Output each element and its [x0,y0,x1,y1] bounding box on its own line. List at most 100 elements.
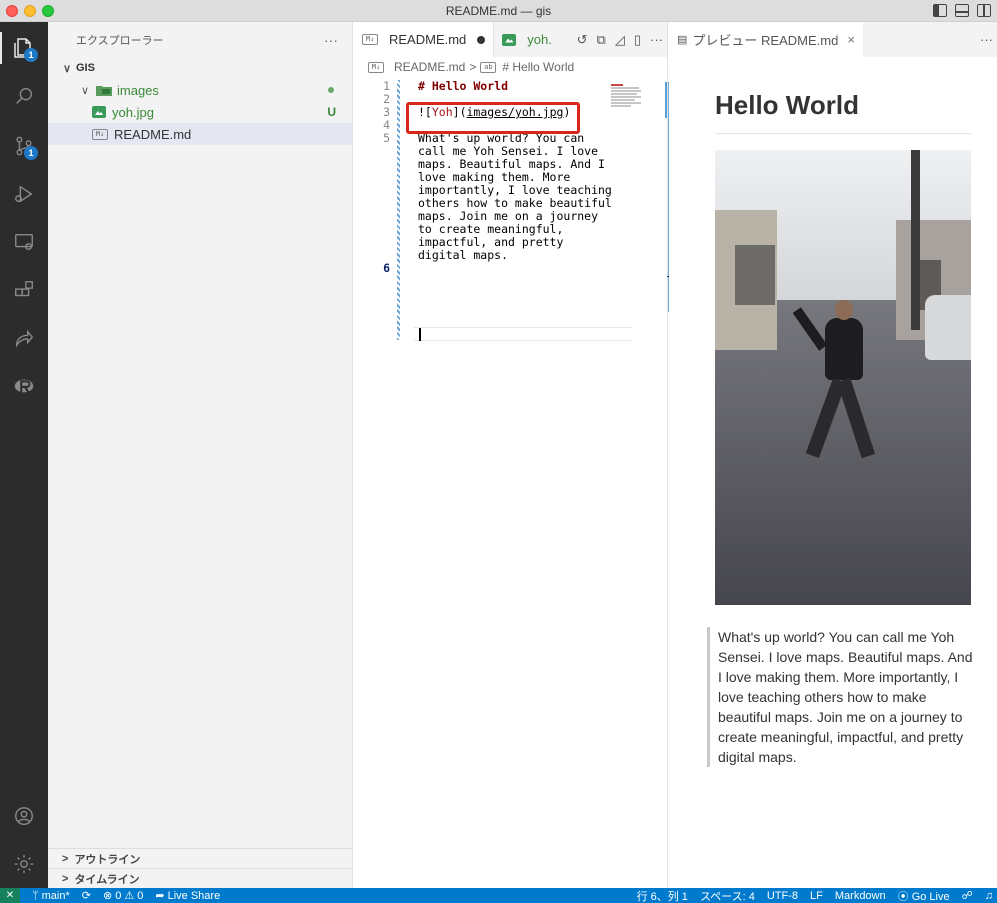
go-live-button[interactable]: ⦿ Go Live [898,888,950,903]
git-untracked-badge: U [327,105,336,119]
toggle-sidebar-icon[interactable] [933,4,947,17]
compare-icon[interactable]: ◿ [615,32,625,48]
line-number [354,197,390,210]
run-debug-icon[interactable] [0,174,48,214]
indentation[interactable]: スペース: 4 [700,888,755,903]
notifications-bell-icon[interactable]: ♫ [985,890,993,902]
split-editor-icon[interactable]: ▯ [634,32,641,48]
code-editor[interactable]: 123456 # Hello World ![Yoh](images/yoh.j… [354,80,667,380]
tree-file-yoh-jpg[interactable]: yoh.jpg U [48,101,352,123]
git-branch[interactable]: ᛘ main* [32,890,70,902]
image-file-icon [92,106,106,118]
tree-folder-images[interactable]: ∨ images [48,79,352,101]
modified-lines-indicator [397,80,400,340]
source-control-badge: 1 [24,146,38,160]
explorer-title: エクスプローラー [76,34,164,47]
explorer-icon[interactable]: 1 [0,28,48,68]
preview-content: Hello World What's up world? You can cal… [707,90,972,767]
broadcast-icon: ⦿ [897,890,909,903]
minimap-slider[interactable] [665,82,667,118]
remote-indicator-icon[interactable]: ✕ [0,888,20,903]
source-control-icon[interactable]: 1 [0,126,48,166]
line-number [354,223,390,236]
account-icon[interactable] [0,796,48,836]
live-share-icon: ➦ [155,890,165,902]
remote-explorer-icon[interactable] [0,222,48,262]
open-preview-side-icon[interactable]: ⧉ [597,32,606,48]
more-actions-icon[interactable]: ··· [980,32,993,47]
chevron-down-icon: ∨ [80,84,90,97]
chevron-down-icon: ∨ [62,62,72,75]
code-line-5: What's up world? You can call me Yoh Sens… [418,132,638,262]
extensions-icon[interactable] [0,270,48,310]
language-mode[interactable]: Markdown [835,890,886,902]
status-bar: ✕ ᛘ main* ⟳ ⊗ 0 ⚠ 0 ➦ Live Share 行 6、列 1… [0,888,997,903]
line-number [354,236,390,249]
editor-tabs: M↓ README.md yoh. ↺ ⧉ ◿ ▯ ··· [354,22,667,57]
live-share-status[interactable]: ➦ Live Share [155,889,221,903]
explorer-more-button[interactable]: ··· [324,32,338,48]
feedback-icon[interactable]: ☍ [962,889,973,902]
unsaved-dot-icon[interactable] [477,35,486,44]
file-label: README.md [114,126,192,142]
git-modified-dot [328,87,334,93]
toggle-panel-icon[interactable] [955,4,969,17]
window-title: README.md — gis [445,4,552,18]
workspace-root-label: GIS [76,62,95,74]
live-share-icon[interactable] [0,318,48,358]
line-number [354,210,390,223]
editor-group-left: M↓ README.md yoh. ↺ ⧉ ◿ ▯ ··· M↓ README.… [354,22,681,888]
encoding[interactable]: UTF-8 [767,890,798,902]
line-number [354,158,390,171]
manage-gear-icon[interactable] [0,844,48,884]
file-label: yoh.jpg [112,104,154,120]
preview-icon: ▤ [677,34,688,46]
image-file-icon [502,33,517,46]
outline-label: アウトライン [74,853,141,866]
tab-readme[interactable]: M↓ README.md [354,22,494,57]
layout-controls [933,4,991,17]
breadcrumb-symbol[interactable]: # Hello World [502,60,574,74]
close-icon[interactable]: × [847,32,855,47]
breadcrumb-file[interactable]: README.md [394,60,465,74]
preview-blockquote: What's up world? You can call me Yoh Sen… [707,627,975,767]
warning-count: ⚠ 0 [124,890,144,902]
tab-preview-readme[interactable]: ▤ プレビュー README.md × [669,22,863,57]
r-language-icon[interactable] [0,366,48,406]
markdown-file-icon: M↓ [362,34,378,45]
line-number: 5 [383,131,390,145]
image-folder-icon [96,84,112,96]
minimap[interactable] [611,84,645,116]
cursor-position[interactable]: 行 6、列 1 [637,888,688,903]
live-share-label: Live Share [167,889,221,902]
search-icon[interactable] [0,76,48,116]
outline-section-header[interactable]: > アウトライン [48,848,352,868]
workspace-root-gis[interactable]: ∨ GIS [48,57,352,79]
timeline-label: タイムライン [74,873,140,886]
toggle-secondary-sidebar-icon[interactable] [977,4,991,17]
status-bar-right: 行 6、列 1 スペース: 4 UTF-8 LF Markdown ⦿ Go L… [637,888,993,903]
timeline-section-header[interactable]: > タイムライン [48,868,352,888]
open-changes-icon[interactable]: ↺ [577,32,588,48]
explorer-badge: 1 [24,48,38,62]
markdown-file-icon: M↓ [92,128,108,140]
branch-icon: ᛘ [32,889,39,902]
tab-yoh-jpg[interactable]: yoh. [493,22,560,57]
tab-label: README.md [389,32,467,47]
tree-file-readme[interactable]: M↓ README.md [48,123,352,145]
line-number [354,145,390,158]
preview-image [715,150,971,605]
sync-icon[interactable]: ⟳ [82,889,91,902]
chevron-right-icon: > [62,852,69,865]
go-live-label: Go Live [911,890,950,903]
current-line-highlight [414,327,632,341]
breadcrumb: M↓ README.md > ab # Hello World [354,57,667,77]
activity-bar: 1 1 [0,22,48,888]
problems-indicator[interactable]: ⊗ 0 ⚠ 0 [103,889,143,902]
end-of-line[interactable]: LF [810,890,823,902]
markdown-preview-pane: ▤ プレビュー README.md × ··· Hello World What… [669,22,997,888]
error-count: ⊗ 0 [102,890,122,902]
text-cursor [419,328,421,341]
line-number [354,184,390,197]
more-actions-icon[interactable]: ··· [650,32,663,47]
